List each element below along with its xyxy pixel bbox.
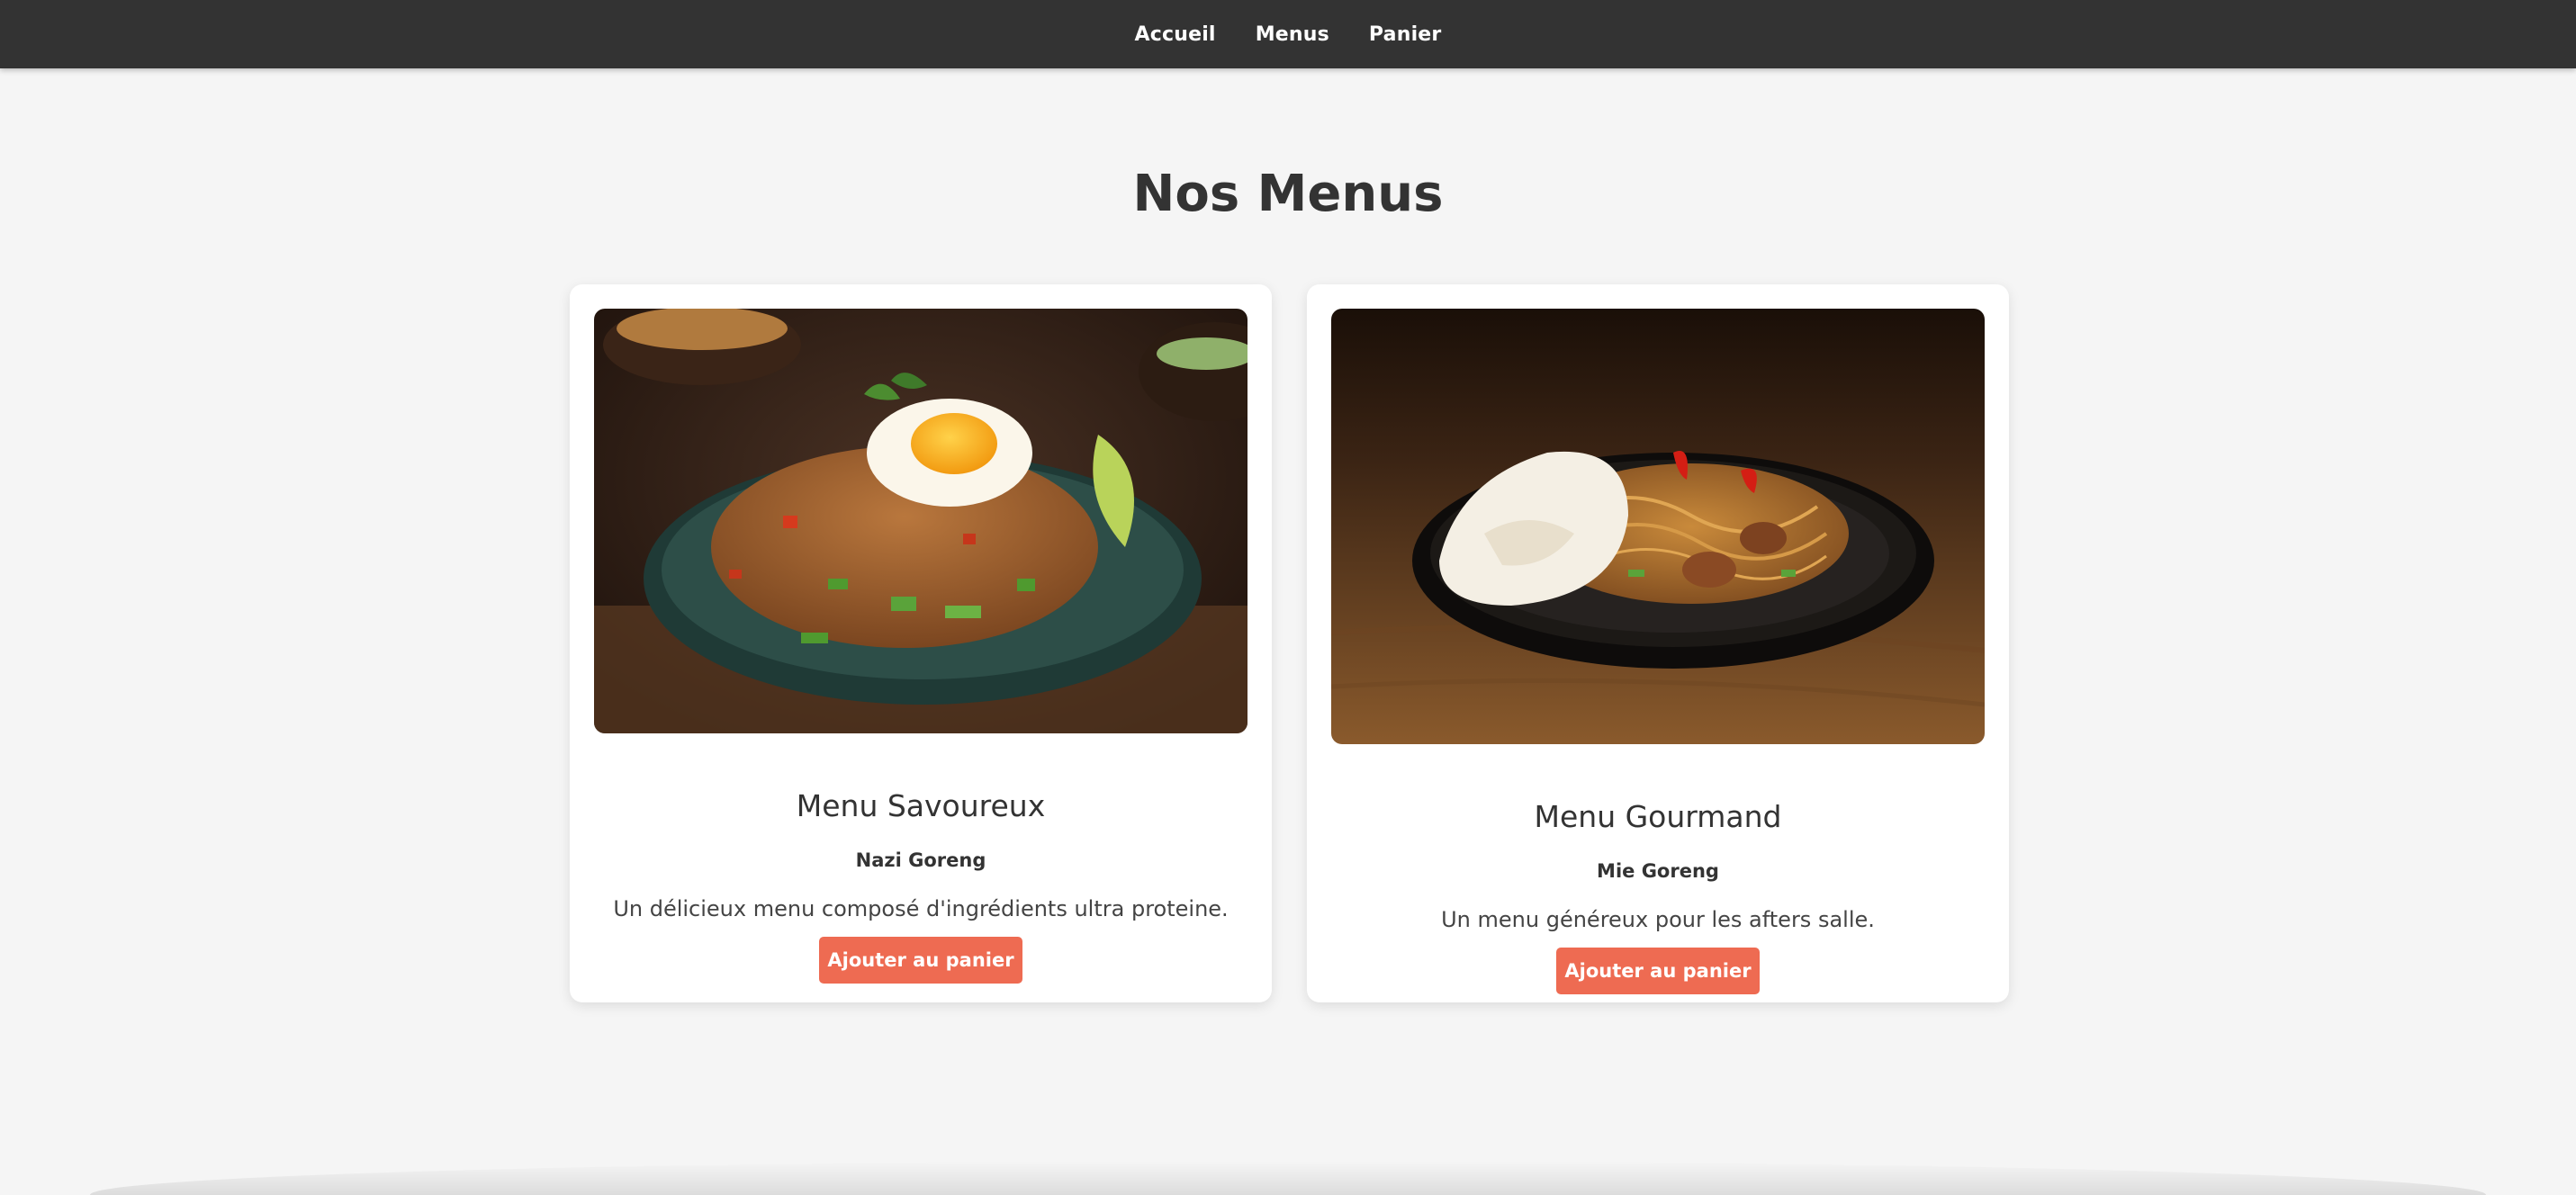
nav-link-panier[interactable]: Panier [1369,23,1442,46]
card-description: Un menu généreux pour les afters salle. [1441,907,1875,932]
add-to-cart-button[interactable]: Ajouter au panier [1556,948,1760,994]
fried-noodles-image [1331,309,1985,744]
menu-card-gourmand: Menu Gourmand Mie Goreng Un menu généreu… [1307,284,2009,1002]
navbar: Accueil Menus Panier [0,0,2576,68]
card-description: Un délicieux menu composé d'ingrédients … [613,896,1229,921]
page-title: Nos Menus [1132,165,1444,223]
nav-link-menus[interactable]: Menus [1256,23,1329,46]
add-to-cart-button[interactable]: Ajouter au panier [819,937,1022,984]
card-dish-name: Mie Goreng [1597,860,1719,882]
card-title: Menu Savoureux [796,788,1046,823]
card-dish-name: Nazi Goreng [855,849,986,871]
menu-card-savoureux: Menu Savoureux Nazi Goreng Un délicieux … [570,284,1272,1002]
bottom-shadow [90,1161,2486,1195]
fried-rice-image [594,309,1247,733]
nav-link-accueil[interactable]: Accueil [1135,23,1216,46]
card-title: Menu Gourmand [1534,799,1782,834]
